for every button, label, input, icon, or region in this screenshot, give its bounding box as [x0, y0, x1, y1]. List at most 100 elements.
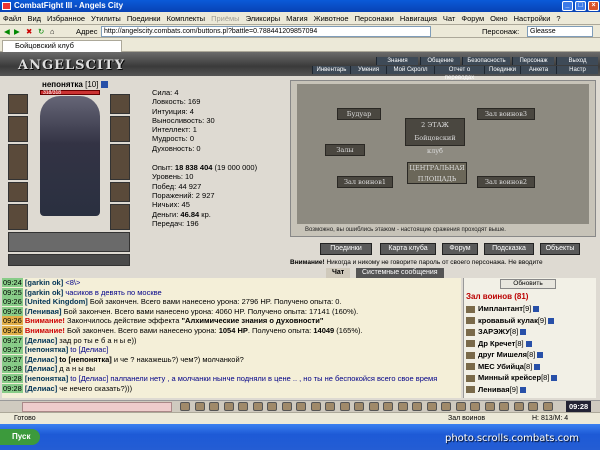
toolbar-icon[interactable]: [484, 402, 495, 411]
toolbar-icon[interactable]: [194, 402, 205, 411]
room-boudoir[interactable]: Будуар: [337, 108, 381, 120]
character-avatar[interactable]: [40, 96, 100, 216]
person-select[interactable]: Gleasse: [527, 26, 593, 37]
duels-button[interactable]: Поединки: [320, 243, 372, 255]
chat-text[interactable]: [United Kingdom]: [25, 297, 90, 306]
toolbar-icon[interactable]: [513, 402, 524, 411]
chat-text[interactable]: [Делиас]: [25, 336, 59, 345]
menu-item[interactable]: Навигация: [397, 12, 440, 24]
topnav-item[interactable]: Персонаж: [512, 57, 554, 65]
toolbar-icon[interactable]: [267, 402, 277, 411]
toolbar-icon[interactable]: [238, 402, 248, 411]
maximize-button[interactable]: □: [575, 1, 586, 11]
stop-icon[interactable]: ✖: [26, 27, 32, 36]
toolbar-icon[interactable]: [470, 402, 480, 411]
menu-item[interactable]: Поединки: [124, 12, 164, 24]
player-name[interactable]: Имплантант: [478, 304, 523, 313]
topnav-secondary-item[interactable]: Мой Скролл: [386, 66, 434, 74]
player-entry[interactable]: Минный крейсер[8]: [466, 373, 558, 382]
chat-text[interactable]: [Ленивая]: [25, 307, 64, 316]
chat-text[interactable]: [непонятка]: [25, 345, 70, 354]
player-name[interactable]: кровавый кулак: [478, 316, 538, 325]
chat-text[interactable]: [garkin ok]: [25, 288, 65, 297]
chat-text[interactable]: [garkin ok]: [25, 278, 65, 287]
toolbar-icon[interactable]: [368, 402, 379, 411]
menu-item[interactable]: Приёмы: [208, 12, 242, 24]
room-warriors3[interactable]: Зал воинов3: [477, 108, 535, 120]
hint-button[interactable]: Подсказка: [484, 243, 534, 255]
topnav-item[interactable]: Выход: [556, 57, 598, 65]
back-icon[interactable]: ◀: [4, 27, 10, 36]
info-icon[interactable]: [520, 329, 527, 336]
info-icon[interactable]: [525, 340, 532, 347]
forum-button[interactable]: Форум: [442, 243, 478, 255]
player-name[interactable]: Ленивая: [478, 385, 510, 394]
quick-slots-row[interactable]: [8, 254, 130, 266]
tab-fight-club[interactable]: Бойцовский клуб: [2, 40, 122, 52]
toolbar-icon[interactable]: [383, 402, 393, 411]
toolbar-icon[interactable]: [354, 402, 364, 411]
room-halls[interactable]: Залы: [325, 144, 365, 156]
address-input[interactable]: http://angelscity.combats.com/buttons.pl…: [101, 26, 431, 37]
room-warriors1[interactable]: Зал воинов1: [337, 176, 393, 188]
topnav-secondary-item[interactable]: Поединки: [484, 66, 520, 74]
topnav-item[interactable]: Знания: [376, 57, 418, 65]
topnav-secondary-item[interactable]: Умения: [350, 66, 386, 74]
toolbar-icon[interactable]: [499, 402, 509, 411]
player-entry[interactable]: МЕС Убийца[8]: [466, 362, 541, 371]
player-entry[interactable]: кровавый кулак[9]: [466, 316, 555, 325]
ring-slot[interactable]: [110, 182, 130, 202]
toolbar-icon[interactable]: [397, 402, 408, 411]
topnav-secondary-item[interactable]: Анкета: [520, 66, 556, 74]
tab-chat[interactable]: Чат: [326, 268, 351, 278]
menu-item[interactable]: Персонажи: [352, 12, 397, 24]
close-button[interactable]: ×: [588, 1, 599, 11]
belt-items-row[interactable]: [8, 232, 130, 252]
menu-item[interactable]: ?: [553, 12, 563, 24]
home-icon[interactable]: ⌂: [50, 27, 55, 36]
toolbar-icon[interactable]: [180, 402, 190, 411]
menu-item[interactable]: Настройки: [511, 12, 554, 24]
toolbar-icon[interactable]: [528, 402, 538, 411]
player-entry[interactable]: ЗАРЭЖУ[8]: [466, 327, 527, 336]
player-name[interactable]: Минный крейсер: [478, 373, 541, 382]
info-icon[interactable]: [533, 306, 540, 313]
character-name[interactable]: непонятка: [42, 80, 83, 89]
menu-item[interactable]: Вид: [24, 12, 44, 24]
topnav-secondary-item[interactable]: Инвентарь: [312, 66, 350, 74]
refresh-icon[interactable]: ↻: [38, 27, 44, 36]
player-name[interactable]: Др Кречет: [478, 339, 515, 348]
gloves-slot[interactable]: [8, 204, 28, 230]
toolbar-icon[interactable]: [296, 402, 306, 411]
toolbar-icon[interactable]: [441, 402, 451, 411]
shield-slot[interactable]: [110, 116, 130, 142]
club-map-button[interactable]: Карта клуба: [380, 243, 436, 255]
topnav-secondary-item[interactable]: Отчет о переводах: [434, 66, 484, 81]
chat-text[interactable]: [непонятка]: [25, 374, 70, 383]
topnav-secondary-item[interactable]: Настр: [556, 66, 598, 74]
minimize-button[interactable]: _: [562, 1, 573, 11]
chat-text[interactable]: [Делиас]: [25, 384, 59, 393]
toolbar-icon[interactable]: [542, 402, 553, 411]
menu-item[interactable]: Магия: [283, 12, 311, 24]
tab-system-messages[interactable]: Системные сообщения: [356, 268, 444, 278]
map-square-label[interactable]: ЦЕНТРАЛЬНАЯ ПЛОЩАДЬ: [407, 162, 467, 184]
room-warriors2[interactable]: Зал воинов2: [477, 176, 535, 188]
menu-item[interactable]: Избранное: [44, 12, 88, 24]
menu-item[interactable]: Утилиты: [88, 12, 124, 24]
player-name[interactable]: друг Мишеля: [478, 350, 527, 359]
forward-icon[interactable]: ▶: [14, 27, 20, 36]
menu-item[interactable]: Эликсиры: [243, 12, 284, 24]
player-name[interactable]: МЕС Убийца: [478, 362, 524, 371]
topnav-item[interactable]: Общение: [420, 57, 460, 65]
start-button[interactable]: Пуск: [0, 429, 40, 445]
player-name[interactable]: ЗАРЭЖУ: [478, 327, 510, 336]
armor-slot[interactable]: [8, 144, 28, 180]
player-entry[interactable]: Др Кречет[8]: [466, 339, 532, 348]
topnav-item[interactable]: Безопасность: [462, 57, 510, 65]
menu-item[interactable]: Комплекты: [164, 12, 209, 24]
boots-slot[interactable]: [110, 204, 130, 230]
earring-slot[interactable]: [110, 94, 130, 114]
player-entry[interactable]: друг Мишеля[8]: [466, 350, 544, 359]
toolbar-icon[interactable]: [310, 402, 321, 411]
